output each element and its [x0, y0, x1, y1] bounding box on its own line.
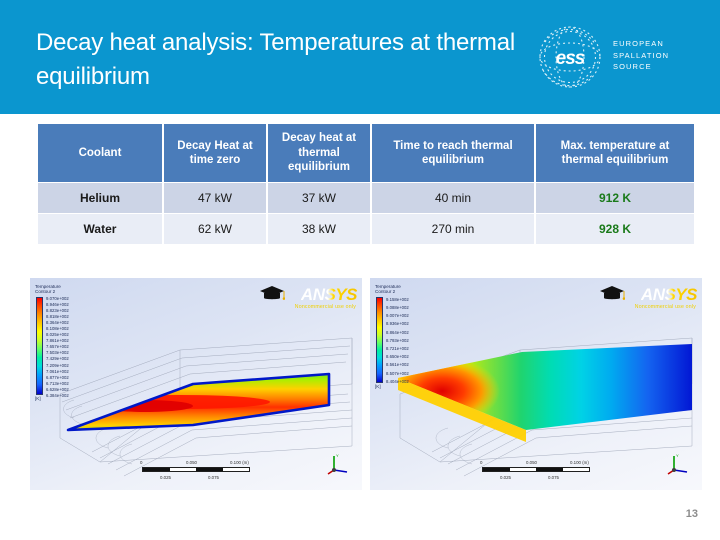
ess-circular-mark-icon: ess: [539, 26, 601, 88]
temperature-legend: Temperature Contour 2 9.070e+002 8.946e+…: [35, 284, 97, 401]
ansys-license-note: Noncommercial use only: [294, 304, 356, 310]
cell-decay-heat-eq: 38 kW: [268, 214, 370, 244]
legend-tick: 8.793e+002: [386, 337, 409, 343]
ess-logo: ess EUROPEAN SPALLATION SOURCE: [537, 22, 702, 92]
scale-tick-0: 0: [140, 460, 143, 465]
svg-text:Y: Y: [676, 453, 679, 458]
axis-triad-icon: Y: [327, 453, 348, 475]
ansys-logo: ANSYS Noncommercial use only: [257, 285, 358, 313]
ansys-wordmark: ANSYS: [640, 285, 698, 304]
column-header-coolant: Coolant: [38, 124, 162, 182]
svg-text:ess: ess: [556, 48, 585, 69]
legend-tick: 8.936e+002: [386, 321, 409, 327]
cell-decay-heat-zero: 62 kW: [164, 214, 266, 244]
legend-title-line2: Contour 2: [375, 289, 396, 295]
ess-line-spallation: SPALLATION: [613, 50, 670, 60]
ess-line-european: EUROPEAN: [613, 39, 664, 48]
scale-tick-100: 0.100 (m): [570, 460, 589, 465]
legend-tick: 8.864e+002: [386, 329, 409, 335]
scale-seg: [483, 468, 510, 471]
scale-tick-025: 0.025: [160, 475, 171, 480]
legend-tick: 8.650e+002: [386, 354, 409, 360]
table-row: Water 62 kW 38 kW 270 min 928 K: [38, 214, 694, 244]
table-header-row: Coolant Decay Heat at time zero Decay he…: [38, 124, 694, 182]
ansys-license-note: Noncommercial use only: [634, 304, 696, 310]
water-contour-figure: Temperature Contour 2 9.158e+002 9.088e+…: [370, 278, 702, 490]
column-header-decay-heat-eq: Decay heat at thermal equilibrium: [268, 124, 370, 182]
legend-tick: 6.384e+002: [46, 392, 69, 398]
helium-contour-figure: Temperature Contour 2 9.070e+002 8.946e+…: [30, 278, 362, 490]
table-row: Helium 47 kW 37 kW 40 min 912 K: [38, 183, 694, 213]
page-number: 13: [685, 508, 698, 520]
legend-tick: 9.088e+002: [386, 305, 409, 311]
ess-line-source: SOURCE: [613, 62, 652, 71]
cell-max-temperature: 928 K: [536, 214, 694, 244]
legend-colorbar: [376, 296, 383, 383]
scale-tick-100: 0.100 (m): [230, 460, 249, 465]
legend-tick: 8.721e+002: [386, 346, 409, 352]
legend-colorbar: [36, 296, 43, 395]
legend-tick: 8.507e+002: [386, 370, 409, 376]
scale-seg: [196, 468, 223, 471]
column-header-time-to-reach: Time to reach thermal equilibrium: [372, 124, 534, 182]
ansys-logo: ANSYS Noncommercial use only: [597, 285, 698, 313]
scale-bar: 0 0.050 0.100 (m) 0.025 0.075: [478, 460, 598, 482]
scale-bar-rule: [482, 467, 590, 472]
scale-tick-0: 0: [480, 460, 483, 465]
cell-time-to-reach: 270 min: [372, 214, 534, 244]
scale-bar: 0 0.050 0.100 (m) 0.025 0.075: [138, 460, 258, 482]
legend-tick: 9.007e+002: [386, 313, 409, 319]
page-title: Decay heat analysis: Temperatures at the…: [36, 29, 515, 90]
axis-triad-icon: Y: [667, 453, 688, 475]
scale-seg: [536, 468, 563, 471]
scale-tick-050: 0.050: [526, 460, 537, 465]
legend-tick: 9.158e+002: [386, 296, 409, 302]
figure-row: Temperature Contour 2 9.070e+002 8.946e+…: [30, 278, 702, 490]
cell-decay-heat-zero: 47 kW: [164, 183, 266, 213]
legend-tick: 8.404e+002: [386, 378, 409, 384]
ess-wordmark: EUROPEAN SPALLATION SOURCE: [613, 38, 669, 73]
scale-tick-025: 0.025: [500, 475, 511, 480]
legend-tick-labels: 9.070e+002 8.946e+002 8.823e+002 8.818e+…: [46, 296, 94, 399]
scale-seg: [143, 468, 170, 471]
scale-tick-075: 0.075: [208, 475, 219, 480]
legend-tick: 8.561e+002: [386, 362, 409, 368]
cell-max-temperature: 912 K: [536, 183, 694, 213]
cell-time-to-reach: 40 min: [372, 183, 534, 213]
svg-text:Y: Y: [336, 453, 339, 458]
cell-coolant: Helium: [38, 183, 162, 213]
column-header-max-temp: Max. temperature at thermal equilibrium: [536, 124, 694, 182]
graduation-cap-icon: [600, 286, 625, 300]
column-header-decay-heat-zero: Decay Heat at time zero: [164, 124, 266, 182]
graduation-cap-icon: [260, 286, 285, 300]
scale-tick-050: 0.050: [186, 460, 197, 465]
legend-tick-labels: 9.158e+002 9.088e+002 9.007e+002 8.936e+…: [386, 296, 434, 386]
scale-tick-075: 0.075: [548, 475, 559, 480]
cell-coolant: Water: [38, 214, 162, 244]
ansys-wordmark: ANSYS: [300, 285, 358, 304]
results-table: Coolant Decay Heat at time zero Decay he…: [36, 123, 696, 245]
legend-title-line2: Contour 2: [35, 289, 56, 295]
scale-bar-rule: [142, 467, 250, 472]
cell-decay-heat-eq: 37 kW: [268, 183, 370, 213]
temperature-legend: Temperature Contour 2 9.158e+002 9.088e+…: [375, 284, 437, 389]
